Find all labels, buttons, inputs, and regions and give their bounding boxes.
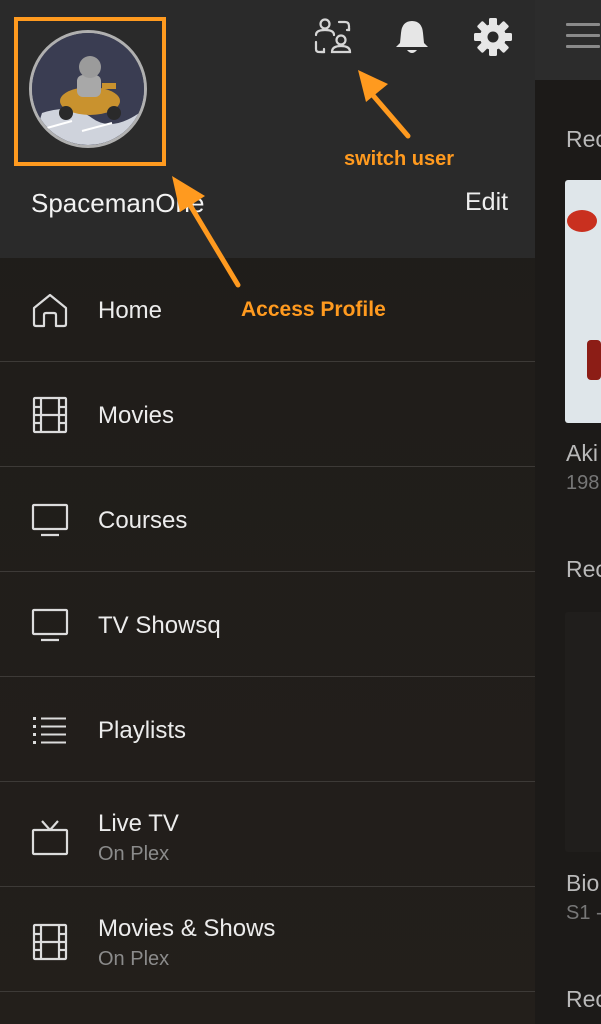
menu-item-tv-shows[interactable]: TV Showsq (0, 573, 535, 677)
gear-icon[interactable] (472, 16, 514, 58)
switch-user-icon[interactable] (311, 16, 353, 58)
background-item-title: Aki (566, 440, 598, 466)
hamburger-menu-icon[interactable] (566, 23, 600, 49)
menu-item-sublabel: On Plex (98, 843, 170, 865)
background-section-title: Rec (566, 986, 601, 1012)
background-poster[interactable] (565, 612, 601, 852)
profile-username[interactable]: SpacemanOne (31, 188, 204, 219)
menu-item-sublabel: On Plex (98, 948, 170, 970)
edit-button[interactable]: Edit (465, 188, 508, 217)
background-poster[interactable] (565, 180, 601, 423)
film-icon (30, 922, 70, 962)
background-app: Rec Aki 198 Rec Bio S1 - Rec (535, 0, 601, 1024)
home-icon (30, 290, 70, 330)
avatar-highlight-box (14, 17, 166, 166)
menu-item-label: Courses (98, 507, 188, 534)
access-profile-annotation: Access Profile (241, 298, 386, 321)
background-section-title: Rec (566, 126, 601, 152)
menu-item-label: Live TV (98, 810, 179, 837)
switch-user-annotation: switch user (344, 148, 455, 170)
background-item-subtitle: 198 (566, 472, 600, 494)
menu-item-label: Movies (98, 402, 175, 429)
monitor-icon (30, 605, 70, 645)
menu-item-movies[interactable]: Movies (0, 363, 535, 467)
list-icon (30, 710, 70, 750)
background-item-subtitle: S1 - (566, 902, 601, 924)
tv-antenna-icon (30, 817, 70, 857)
menu-item-movies-and-shows[interactable]: Movies & Shows On Plex (0, 888, 535, 992)
menu-item-playlists[interactable]: Playlists (0, 678, 535, 782)
menu-item-label: Movies & Shows (98, 915, 276, 942)
film-icon (30, 395, 70, 435)
menu-item-label: Home (98, 297, 163, 324)
bell-icon[interactable] (391, 16, 433, 58)
background-top-bar (535, 0, 601, 80)
monitor-icon (30, 500, 70, 540)
menu-item-live-tv[interactable]: Live TV On Plex (0, 783, 535, 887)
menu-item-label: TV Showsq (98, 612, 221, 639)
background-item-title: Bio (566, 870, 600, 896)
menu-item-label: Playlists (98, 717, 187, 744)
menu-item-courses[interactable]: Courses (0, 468, 535, 572)
background-section-title: Rec (566, 556, 601, 582)
